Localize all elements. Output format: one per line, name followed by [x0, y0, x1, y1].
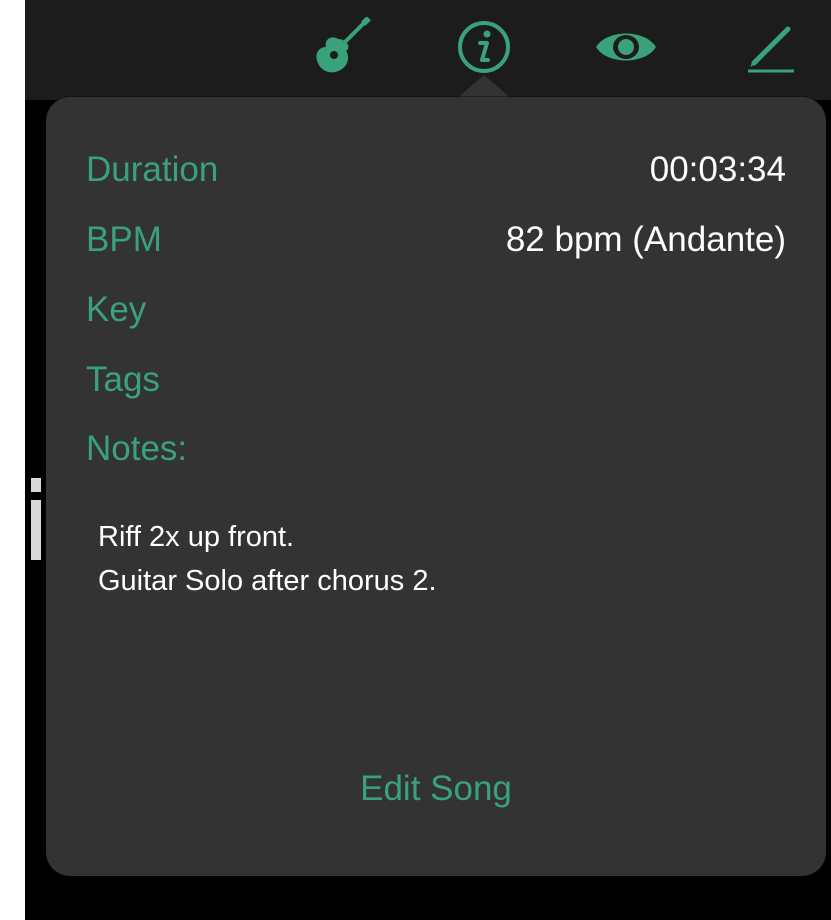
background-text-fragment: [31, 478, 41, 560]
duration-value: 00:03:34: [649, 150, 786, 189]
duration-row: Duration 00:03:34: [86, 145, 786, 195]
popover-arrow: [456, 75, 512, 99]
notes-label: Notes:: [86, 429, 188, 468]
notes-row: Notes:: [86, 424, 786, 474]
song-info-popover: Duration 00:03:34 BPM 82 bpm (Andante) K…: [46, 97, 826, 876]
text-fragment-bar: [31, 500, 41, 560]
duration-label: Duration: [86, 150, 219, 189]
guitar-icon[interactable]: [309, 14, 375, 80]
pencil-icon[interactable]: [737, 14, 803, 80]
top-toolbar: [25, 0, 831, 100]
key-label: Key: [86, 290, 147, 329]
tags-row: Tags: [86, 355, 786, 405]
tags-label: Tags: [86, 360, 160, 399]
bpm-row: BPM 82 bpm (Andante): [86, 215, 786, 265]
text-fragment-dot: [31, 478, 41, 492]
notes-line: Riff 2x up front.: [98, 521, 295, 553]
app-screen: Duration 00:03:34 BPM 82 bpm (Andante) K…: [25, 0, 831, 920]
notes-line: Guitar Solo after chorus 2.: [98, 565, 437, 597]
bpm-value: 82 bpm (Andante): [505, 220, 786, 259]
key-row: Key: [86, 285, 786, 335]
bpm-label: BPM: [86, 220, 162, 259]
info-icon[interactable]: [451, 14, 517, 80]
eye-icon[interactable]: [593, 14, 659, 80]
edit-song-button[interactable]: Edit Song: [46, 769, 826, 809]
notes-text: Riff 2x up front. Guitar Solo after chor…: [98, 515, 778, 603]
